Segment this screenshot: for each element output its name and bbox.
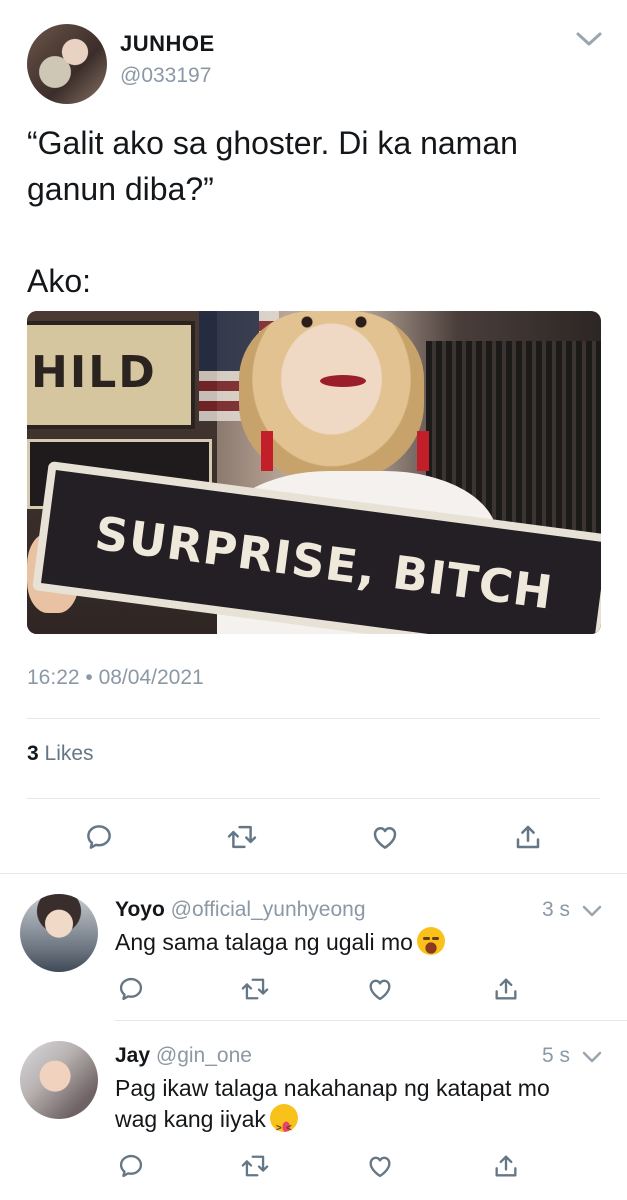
- reply-text: Pag ikaw talaga nakahanap ng katapat mo …: [115, 1073, 595, 1144]
- reply-author[interactable]: Jay @gin_one: [115, 1044, 252, 1068]
- chevron-down-icon[interactable]: [581, 1049, 603, 1065]
- media-strap-right: [417, 431, 429, 471]
- share-icon[interactable]: [492, 975, 520, 1003]
- retweet-icon[interactable]: [226, 822, 258, 852]
- share-icon[interactable]: [513, 822, 543, 852]
- likes-label: Likes: [38, 742, 94, 765]
- chevron-down-icon[interactable]: [581, 903, 603, 919]
- media-strap-left: [261, 431, 273, 471]
- reply-text: Ang sama talaga ng ugali mo: [115, 927, 605, 958]
- chevron-down-icon[interactable]: [574, 28, 604, 50]
- author-avatar[interactable]: [27, 24, 107, 104]
- divider: [27, 718, 600, 719]
- tweet-timestamp: 16:22 • 08/04/2021: [27, 666, 204, 689]
- media-background-sign: HILD: [27, 321, 195, 429]
- reply-text-content: Pag ikaw talaga nakahanap ng katapat mo …: [115, 1075, 550, 1132]
- divider: [0, 873, 627, 874]
- reply-avatar[interactable]: [20, 1041, 98, 1119]
- reply-author-handle: @gin_one: [150, 1044, 252, 1067]
- reply-author[interactable]: Yoyo @official_yunhyeong: [115, 898, 366, 922]
- like-icon[interactable]: [370, 822, 400, 852]
- likes-number: 3: [27, 742, 39, 765]
- reply-text-content: Ang sama talaga ng ugali mo: [115, 929, 413, 955]
- retweet-icon[interactable]: [240, 1152, 270, 1180]
- face-with-tears-of-joy-icon: [416, 927, 445, 955]
- divider: [27, 798, 600, 799]
- reply-author-handle: @official_yunhyeong: [164, 898, 366, 921]
- tweet-media-image[interactable]: HILD SURPRISE, BITCH: [27, 311, 601, 634]
- tweet-text: “Galit ako sa ghoster. Di ka naman ganun…: [27, 125, 518, 299]
- media-woman-lips: [320, 375, 366, 387]
- media-woman-eyes: [289, 316, 379, 328]
- reply-icon[interactable]: [117, 975, 145, 1003]
- share-icon[interactable]: [492, 1152, 520, 1180]
- divider: [115, 1020, 627, 1021]
- reply-icon[interactable]: [117, 1152, 145, 1180]
- author-name[interactable]: JUNHOE: [120, 31, 215, 57]
- like-icon[interactable]: [366, 1152, 394, 1180]
- reply-timestamp: 5 s: [542, 1044, 571, 1067]
- squinting-face-with-tongue-icon: [269, 1104, 298, 1144]
- likes-count[interactable]: 3 Likes: [27, 742, 94, 766]
- retweet-icon[interactable]: [240, 975, 270, 1003]
- like-icon[interactable]: [366, 975, 394, 1003]
- reply-author-name: Yoyo: [115, 898, 165, 921]
- reply-author-name: Jay: [115, 1044, 151, 1067]
- reply-avatar[interactable]: [20, 894, 98, 972]
- author-handle[interactable]: @033197: [120, 64, 211, 88]
- reply-timestamp: 3 s: [542, 898, 571, 921]
- reply-icon[interactable]: [84, 822, 114, 852]
